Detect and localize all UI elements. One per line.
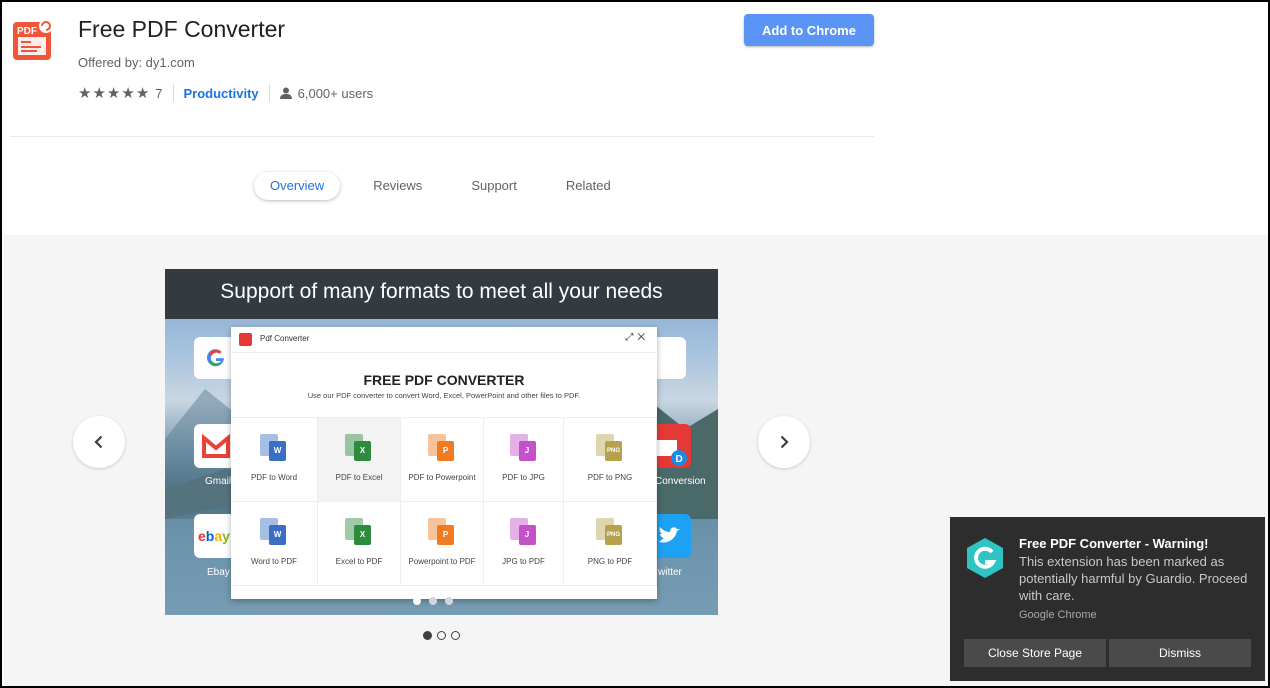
conversion-label: PNG to PDF [587,557,633,566]
user-count: 6,000+ users [279,85,374,101]
pdf-logo-icon: PDF [13,19,53,60]
conversion-label: PDF to PNG [587,473,633,482]
gallery-prev-button[interactable] [73,416,125,468]
popup-heading: FREE PDF CONVERTER [363,372,525,388]
file-icon: P [428,518,456,548]
file-icon: J [509,518,538,548]
add-to-chrome-button[interactable]: Add to Chrome [744,14,874,46]
user-count-label: 6,000+ users [297,85,374,101]
pdf-logo-icon [239,333,252,346]
file-icon: W [260,434,288,464]
notification-message: This extension has been marked as potent… [1019,554,1248,603]
offered-by: Offered by: dy1.com [78,55,195,70]
header-divider [10,136,874,137]
star-icon: ★ [92,85,106,102]
tab-bar: Overview Reviews Support Related [254,172,644,200]
category-link[interactable]: Productivity [184,86,259,101]
file-icon: J [509,434,538,464]
gallery-dot-1[interactable] [423,631,432,640]
rating-count[interactable]: 7 [155,86,162,101]
conversion-option: X PDF to Excel [318,418,401,502]
conversion-option: J PDF to JPG [484,418,564,502]
conversion-option: P Powerpoint to PDF [401,502,484,586]
divider [172,84,174,102]
popup-header: Pdf Converter ⤢✕ [231,327,657,353]
divider [268,84,270,102]
star-icon: ★ [135,85,150,102]
gallery-next-button[interactable] [758,416,810,468]
tab-related[interactable]: Related [550,172,627,200]
conversion-option: P PDF to Powerpoint [401,418,484,502]
gallery-slide: Support of many formats to meet all your… [165,269,718,615]
expand-icon: ⤢ [625,332,638,343]
guardio-warning-notification: Free PDF Converter - Warning! This exten… [950,517,1265,681]
extension-meta: ★ ★ ★ ★ ★ 7 Productivity 6,000+ users [78,84,373,102]
dot [413,597,421,605]
user-icon [279,87,292,99]
dot [429,597,437,605]
popup-title: Pdf Converter [260,334,310,343]
dismiss-button[interactable]: Dismiss [1109,639,1251,667]
slide-banner: Support of many formats to meet all your… [165,269,718,319]
popup-controls: ⤢✕ [625,332,649,343]
svg-text:ebay: ebay [198,528,230,544]
tab-overview[interactable]: Overview [254,172,341,200]
extension-title: Free PDF Converter [78,16,286,42]
dot [445,597,453,605]
conversion-label: Excel to PDF [335,557,383,566]
file-icon: X [345,434,373,464]
twitter-label: witter [658,567,682,578]
star-icon: ★ [106,85,121,102]
conversion-label: PDF to JPG [502,473,545,482]
svg-text:D: D [676,454,683,465]
tab-support[interactable]: Support [455,172,533,200]
chevron-right-icon [780,435,789,449]
tab-reviews[interactable]: Reviews [357,172,438,200]
conversion-option: W Word to PDF [231,502,318,586]
ebay-label: Ebay [207,567,230,578]
conversion-option: PNG PDF to PNG [564,418,657,502]
slide-inner-dots [413,597,453,605]
svg-text:PDF: PDF [17,26,37,37]
conversion-option: W PDF to Word [231,418,318,502]
close-icon: ✕ [637,332,649,343]
file-icon: PNG [596,434,624,464]
gmail-label: Gmail [205,476,232,487]
star-icon: ★ [78,85,92,102]
conversion-option: J JPG to PDF [484,502,564,586]
pdf-converter-popup: Pdf Converter ⤢✕ FREE PDF CONVERTER Use … [231,327,657,599]
file-icon: W [260,518,288,548]
star-icon: ★ [121,85,135,102]
conversion-option: PNG PNG to PDF [564,502,657,586]
conversion-label: JPG to PDF [502,557,545,566]
file-icon: X [345,518,373,548]
rating-stars[interactable]: ★ ★ ★ ★ ★ [78,84,149,102]
store-page: PDF Free PDF Converter Offered by: dy1.c… [0,0,1270,688]
notification-title: Free PDF Converter - Warning! [1019,536,1209,551]
gallery-dot-2[interactable] [437,631,446,640]
conversion-label: Conversion [655,476,706,487]
conversion-label: Powerpoint to PDF [408,557,476,566]
gallery-pagination [423,631,460,640]
close-store-page-button[interactable]: Close Store Page [964,639,1106,667]
guardio-logo-icon [967,538,1003,578]
conversion-label: Word to PDF [250,557,298,566]
file-icon: P [428,434,456,464]
notification-source: Google Chrome [1019,609,1097,621]
gallery-dot-3[interactable] [451,631,460,640]
google-icon [207,349,224,367]
conversion-grid: W PDF to Word X PDF to Excel P PDF to Po… [231,417,657,586]
chevron-left-icon [94,435,103,449]
conversion-label: PDF to Word [250,473,298,482]
file-icon: PNG [596,518,624,548]
conversion-label: PDF to Powerpoint [408,473,476,482]
conversion-option: X Excel to PDF [318,502,401,586]
popup-subtitle: Use our PDF converter to convert Word, E… [307,391,581,400]
conversion-label: PDF to Excel [335,473,383,482]
